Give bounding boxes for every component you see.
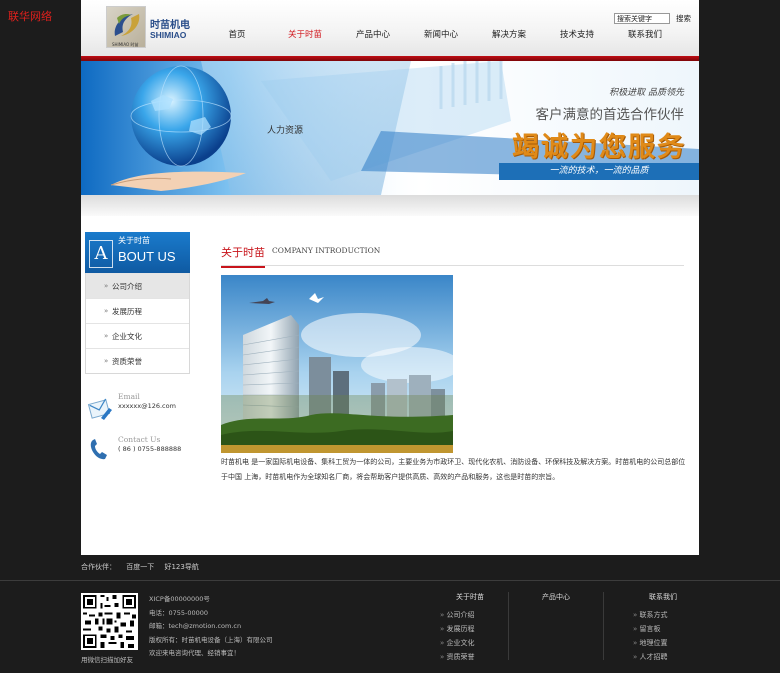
logo-tagline: SHIMIAO 时苗 (112, 42, 139, 47)
sidebar-header: 关于时苗 A BOUT US (85, 232, 190, 273)
sidebar-item-culture[interactable]: 企业文化 (86, 323, 189, 349)
section-title: 关于时苗 COMPANY INTRODUCTION (221, 244, 684, 268)
main-nav: 首页 关于时苗 产品中心 新闻中心 解决方案 技术支持 联系我们 (203, 28, 679, 40)
sidebar-item-company-intro[interactable]: 公司介绍 (86, 273, 189, 299)
banner-hr-label: 人力资源 (267, 126, 304, 136)
site-header: SHIMIAO 时苗 时苗机电 SHIMIAO 首页 关于时苗 产品中心 新闻中… (81, 0, 699, 56)
footer-welcome: 欢迎来电咨询代理、经销事宜！ (149, 649, 240, 657)
footer-col-contact: 联系我们 联系方式 留言板 地理位置 人才招聘 (633, 592, 693, 664)
logo-name-en: SHIMIAO (150, 30, 187, 40)
email-value[interactable]: xxxxxx@126.com (118, 402, 176, 410)
banner-slogan-2: 客户满意的首选合作伙伴 (535, 107, 685, 123)
partner-label: 合作伙伴： (81, 563, 116, 571)
page-container: SHIMIAO 时苗 时苗机电 SHIMIAO 首页 关于时苗 产品中心 新闻中… (81, 0, 699, 555)
logo-name-cn: 时苗机电 (150, 20, 190, 31)
nav-item-contact[interactable]: 联系我们 (611, 28, 679, 40)
banner-strip: 一流的技术，一流的品质 (499, 163, 699, 180)
footer-col-contact-title[interactable]: 联系我们 (633, 592, 693, 602)
footer-divider (0, 580, 780, 581)
footer-copyright: 版权所有：时苗机电设备（上海）有限公司 (149, 635, 273, 644)
nav-item-home[interactable]: 首页 (203, 28, 271, 40)
banner-slogan-1: 积极进取 品质领先 (609, 88, 684, 98)
footer-col-about-title[interactable]: 关于时苗 (440, 592, 500, 602)
qr-caption: 用微信扫描加好友 (81, 656, 133, 664)
sidebar-contact-block: Contact Us ( 86 ) 0755-888888 (85, 435, 190, 475)
footer-link-history[interactable]: 发展历程 (440, 622, 500, 636)
footer-link-intro[interactable]: 公司介绍 (440, 608, 500, 622)
corner-brand-label: 联华网络 (8, 10, 52, 23)
search-box: 搜索 (614, 13, 691, 24)
footer-col-divider (508, 592, 509, 660)
sidebar-email-block: Email xxxxxx@126.com (85, 392, 190, 432)
footer-link-honors[interactable]: 资质荣誉 (440, 650, 500, 664)
partner-link-baidu[interactable]: 百度一下 (126, 563, 154, 571)
wechat-qr-code (81, 593, 138, 650)
company-intro-text: 时苗机电 是一家国际机电设备、集科工贸为一体的公司，主要业务为市政环卫、现代化农… (221, 458, 686, 481)
footer-link-location[interactable]: 地理位置 (633, 636, 693, 650)
contact-label: Contact Us (118, 435, 161, 444)
nav-item-products[interactable]: 产品中心 (339, 28, 407, 40)
partner-links: 合作伙伴： 百度一下 好123导航 (81, 562, 207, 572)
sidebar-title-en: BOUT US (118, 249, 176, 264)
sidebar-title-cn: 关于时苗 (118, 236, 150, 245)
nav-item-about[interactable]: 关于时苗 (271, 28, 339, 40)
sidebar-title-letter: A (89, 240, 113, 268)
company-building-image (221, 275, 453, 453)
search-button[interactable]: 搜索 (676, 13, 691, 24)
nav-item-news[interactable]: 新闻中心 (407, 28, 475, 40)
footer-link-culture[interactable]: 企业文化 (440, 636, 500, 650)
email-icon (87, 398, 112, 420)
nav-item-solutions[interactable]: 解决方案 (475, 28, 543, 40)
sidebar-item-honors[interactable]: 资质荣誉 (86, 348, 189, 374)
email-label: Email (118, 392, 140, 401)
sidebar-item-history[interactable]: 发展历程 (86, 298, 189, 324)
footer-icp: XICP备00000000号 (149, 595, 210, 603)
footer-email[interactable]: 邮箱：tech@zmotion.com.cn (149, 620, 273, 634)
footer-col-products: 产品中心 (530, 592, 582, 608)
footer-col-divider (603, 592, 604, 660)
footer-phone: 电话：0755-00000 (149, 608, 209, 617)
logo-mark-icon: SHIMIAO 时苗 (106, 6, 146, 48)
section-title-cn: 关于时苗 (221, 244, 265, 268)
footer-link-contact-info[interactable]: 联系方式 (633, 608, 693, 622)
phone-icon (90, 439, 107, 460)
site-logo[interactable]: SHIMIAO 时苗 时苗机电 SHIMIAO (106, 6, 192, 48)
footer-link-careers[interactable]: 人才招聘 (633, 650, 693, 664)
contact-phone: ( 86 ) 0755-888888 (118, 445, 182, 453)
banner-headline: 竭诚为您服务 (512, 132, 686, 163)
sidebar-menu: 公司介绍 发展历程 企业文化 资质荣誉 (85, 273, 190, 374)
footer-col-about: 关于时苗 公司介绍 发展历程 企业文化 资质荣誉 (440, 592, 500, 664)
hero-banner: 人力资源 积极进取 品质领先 客户满意的首选合作伙伴 竭诚为您服务 一流的技术，… (81, 61, 699, 195)
nav-item-support[interactable]: 技术支持 (543, 28, 611, 40)
banner-shadow-bar (81, 195, 699, 216)
footer-col-products-title[interactable]: 产品中心 (530, 592, 582, 602)
partner-link-hao123[interactable]: 好123导航 (164, 563, 198, 571)
search-input[interactable] (614, 13, 670, 24)
footer-company-info: XICP备00000000号 电话：0755-00000 邮箱：tech@zmo… (149, 593, 273, 661)
section-title-en: COMPANY INTRODUCTION (272, 246, 381, 255)
sidebar: 关于时苗 A BOUT US 公司介绍 发展历程 企业文化 资质荣誉 (85, 232, 190, 374)
footer-link-guestbook[interactable]: 留言板 (633, 622, 693, 636)
